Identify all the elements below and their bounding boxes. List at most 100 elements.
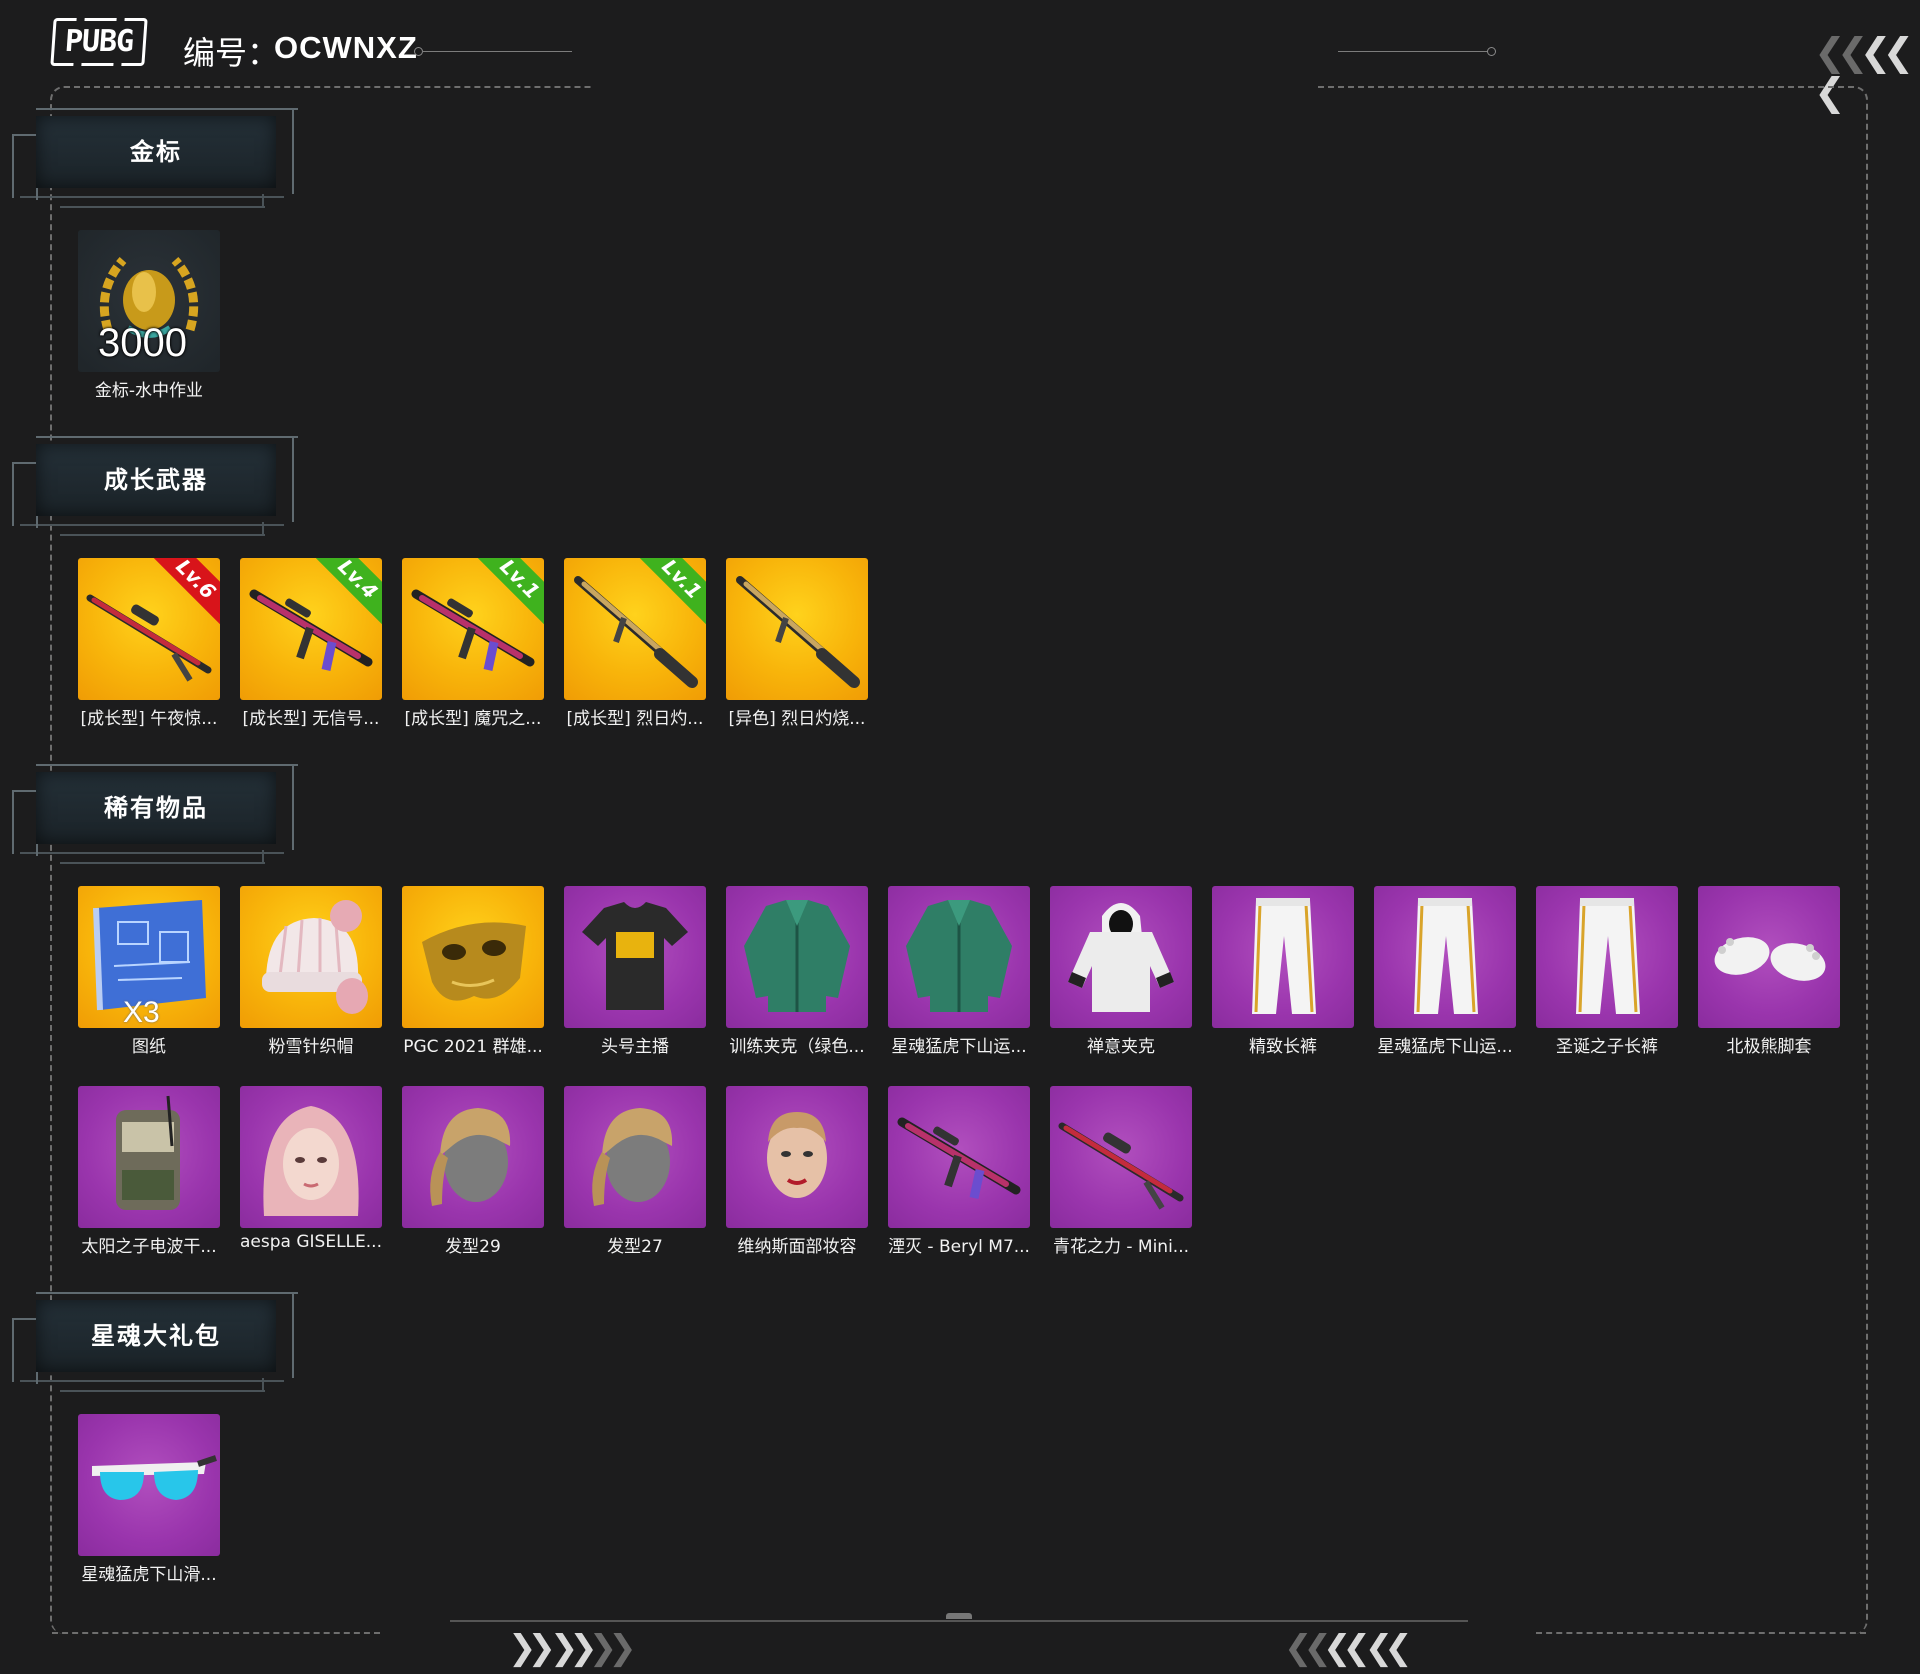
item-label: [异色] 烈日灼烧... — [728, 709, 866, 729]
item-tile[interactable] — [564, 1086, 706, 1228]
serial-value: OCWNXZ — [274, 30, 418, 65]
item-tile[interactable] — [726, 1086, 868, 1228]
inventory-item[interactable]: 北极熊脚套 — [1698, 886, 1840, 1057]
inventory-item[interactable]: 发型29 — [402, 1086, 544, 1257]
section-header-decor — [60, 206, 265, 208]
decor-line-left — [422, 51, 572, 52]
pants-icon — [1412, 896, 1480, 1016]
hairstyle-icon — [592, 1108, 673, 1206]
inventory-item[interactable]: aespa GISELLE... — [240, 1086, 382, 1252]
section-header-decor — [262, 522, 264, 536]
item-label: 头号主播 — [601, 1037, 669, 1057]
item-tile[interactable] — [1374, 886, 1516, 1028]
inventory-item[interactable]: Lv.4 [成长型] 无信号... — [240, 558, 382, 729]
item-label: [成长型] 午夜惊... — [80, 709, 218, 729]
item-label: 精致长裤 — [1249, 1037, 1317, 1057]
section-header-decor — [36, 764, 298, 766]
section-title: 稀有物品 — [104, 794, 208, 822]
section-header-decor — [36, 844, 38, 856]
item-score: 3000 — [98, 321, 187, 365]
item-tile[interactable]: Lv.4 — [240, 558, 382, 700]
item-tile[interactable] — [726, 558, 868, 700]
item-tile[interactable] — [726, 886, 868, 1028]
inventory-item[interactable]: 星魂猛虎下山运... — [888, 886, 1030, 1057]
section-header-decor — [20, 524, 284, 526]
section-header: 成长武器 — [0, 424, 300, 536]
section-header-decor — [20, 1380, 284, 1382]
female-face-icon — [261, 1104, 361, 1218]
inventory-item[interactable]: 头号主播 — [564, 886, 706, 1057]
jacket-icon — [904, 898, 1014, 1014]
item-tile[interactable] — [402, 1086, 544, 1228]
frame-bottom-right — [1536, 1632, 1866, 1634]
inventory-item[interactable]: X3 图纸 — [78, 886, 220, 1057]
item-tile[interactable] — [1536, 886, 1678, 1028]
jacket-icon — [742, 898, 852, 1014]
item-tile[interactable] — [564, 886, 706, 1028]
inventory-item[interactable]: Lv.1 [成长型] 烈日灼... — [564, 558, 706, 729]
item-label: 训练夹克（绿色... — [729, 1037, 865, 1057]
inventory-item[interactable]: 发型27 — [564, 1086, 706, 1257]
item-label: 禅意夹克 — [1087, 1037, 1155, 1057]
item-tile[interactable] — [78, 1414, 220, 1556]
item-tile[interactable]: Lv.1 — [402, 558, 544, 700]
inventory-item[interactable]: 青花之力 - Mini... — [1050, 1086, 1192, 1257]
bottom-bar — [450, 1620, 1468, 1622]
inventory-item[interactable]: 粉雪针织帽 — [240, 886, 382, 1057]
item-tile[interactable]: Lv.1 — [564, 558, 706, 700]
section-header-decor — [36, 436, 298, 438]
item-tile[interactable] — [1050, 1086, 1192, 1228]
item-label: 星魂猛虎下山运... — [891, 1037, 1027, 1057]
item-label: 青花之力 - Mini... — [1052, 1237, 1190, 1257]
inventory-item[interactable]: 训练夹克（绿色... — [726, 886, 868, 1057]
inventory-item[interactable]: [异色] 烈日灼烧... — [726, 558, 868, 729]
section-header-decor — [12, 1318, 14, 1382]
item-tile[interactable]: 3000 — [78, 230, 220, 372]
inventory-item[interactable]: 星魂猛虎下山滑... — [78, 1414, 220, 1585]
item-label: [成长型] 无信号... — [242, 709, 380, 729]
assault-rifle-icon — [888, 1086, 1030, 1228]
section-header-decor — [60, 1390, 265, 1392]
item-tile[interactable]: Lv.6 — [78, 558, 220, 700]
inventory-item[interactable]: PGC 2021 群雄... — [402, 886, 544, 1057]
item-tile[interactable] — [1698, 886, 1840, 1028]
section-header-decor — [262, 1378, 264, 1392]
item-label: 维纳斯面部妆容 — [737, 1237, 857, 1257]
item-label: 图纸 — [132, 1037, 166, 1057]
inventory-item[interactable]: 太阳之子电波干... — [78, 1086, 220, 1257]
item-tile[interactable] — [240, 886, 382, 1028]
item-tile[interactable] — [888, 1086, 1030, 1228]
section-header-decor — [12, 790, 14, 854]
inventory-item[interactable]: 维纳斯面部妆容 — [726, 1086, 868, 1257]
bottom-tab-handle[interactable] — [946, 1613, 972, 1619]
inventory-item[interactable]: 湮灭 - Beryl M7... — [888, 1086, 1030, 1257]
item-tile[interactable] — [1212, 886, 1354, 1028]
decor-line-right — [1338, 51, 1488, 52]
item-label: 发型27 — [607, 1237, 663, 1257]
section-title: 成长武器 — [104, 466, 208, 494]
inventory-item[interactable]: Lv.6 [成长型] 午夜惊... — [78, 558, 220, 729]
item-tile[interactable] — [78, 1086, 220, 1228]
section-header: 星魂大礼包 — [0, 1280, 300, 1392]
item-tile[interactable] — [1050, 886, 1192, 1028]
frame-top-right — [1318, 86, 1868, 1634]
item-tile[interactable] — [888, 886, 1030, 1028]
section-header-decor — [262, 194, 264, 208]
inventory-item[interactable]: 圣诞之子长裤 — [1536, 886, 1678, 1057]
section-header-decor — [36, 188, 38, 200]
inventory-item[interactable]: 精致长裤 — [1212, 886, 1354, 1057]
section-header-decor — [36, 108, 298, 110]
paw-slippers-icon — [1710, 931, 1830, 987]
inventory-item[interactable]: Lv.1 [成长型] 魔咒之... — [402, 558, 544, 729]
inventory-item[interactable]: 禅意夹克 — [1050, 886, 1192, 1057]
section-title: 星魂大礼包 — [91, 1322, 221, 1350]
item-tile[interactable] — [402, 886, 544, 1028]
item-tile[interactable] — [240, 1086, 382, 1228]
inventory-item[interactable]: 星魂猛虎下山运... — [1374, 886, 1516, 1057]
section-header-decor — [36, 516, 38, 528]
item-label: 太阳之子电波干... — [81, 1237, 217, 1257]
inventory-item[interactable]: 3000 金标-水中作业 — [78, 230, 220, 401]
item-tile[interactable]: X3 — [78, 886, 220, 1028]
mask-icon — [420, 920, 528, 1003]
item-label: [成长型] 烈日灼... — [566, 709, 704, 729]
